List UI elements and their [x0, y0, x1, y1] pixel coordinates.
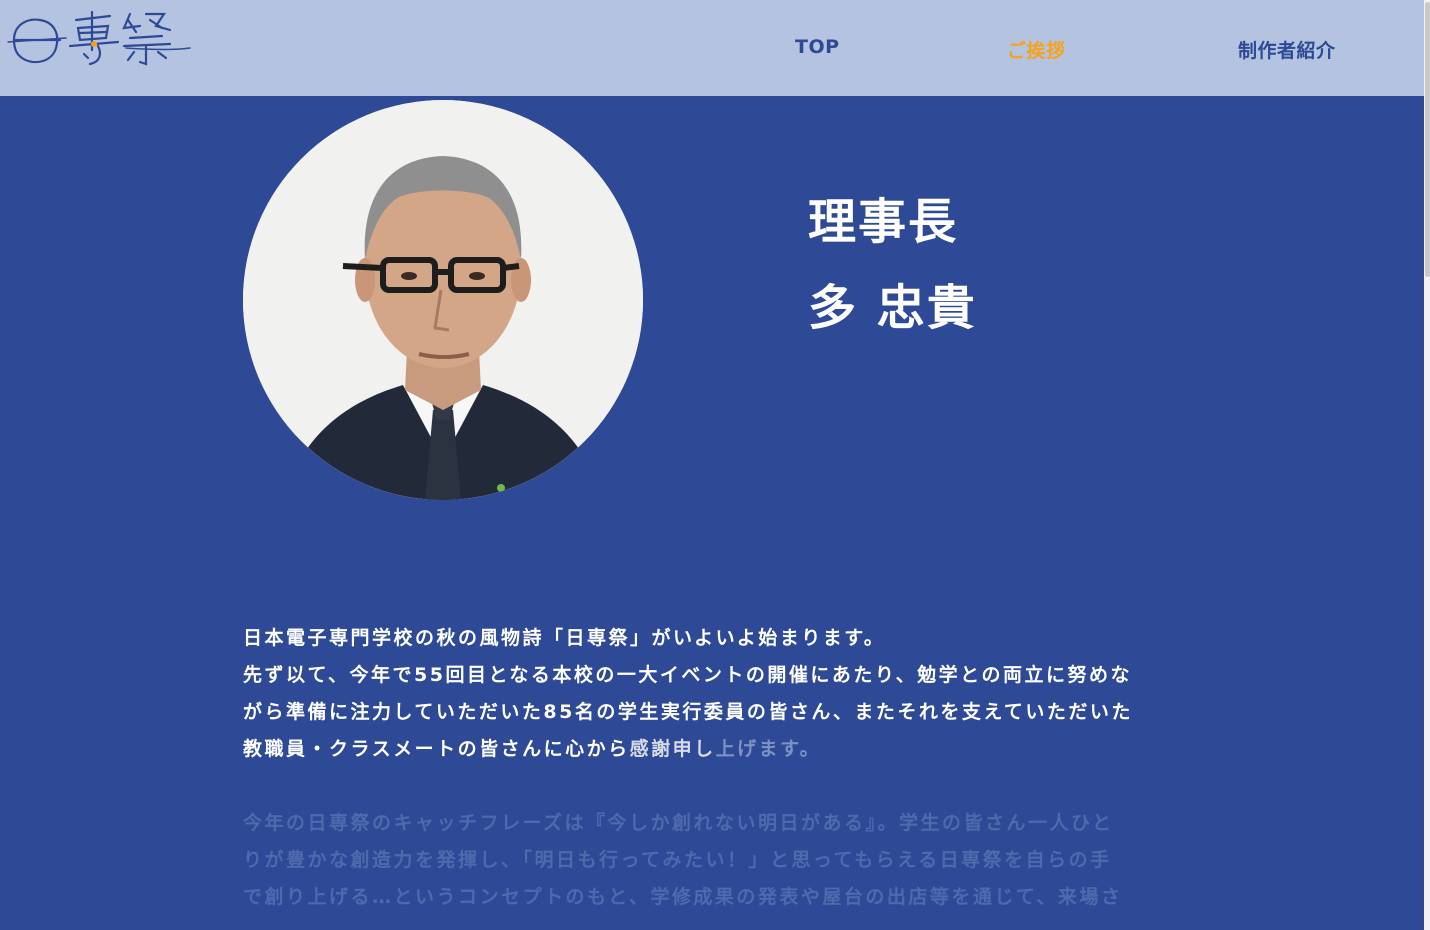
- message-line: がら準備に注力していただいた85名の学生実行委員の皆さん、またそれを支えていただ…: [243, 701, 1133, 723]
- greeting-section: 理事長 多 忠貴 日本電子専門学校の秋の風物詩「日専祭」がいよいよ始まります。 …: [0, 96, 1424, 930]
- scrollbar-thumb[interactable]: [1425, 2, 1430, 277]
- nissensai-logo[interactable]: [6, 6, 192, 72]
- message-line-hidden: 今年の日専祭のキャッチフレーズは『今しか創れない明日がある』。学生の皆さん一人ひ…: [243, 812, 1114, 834]
- profile-name: 多 忠貴: [808, 280, 977, 336]
- profile-role: 理事長: [808, 194, 959, 250]
- message-fading-text: 上げます。: [715, 738, 822, 760]
- nav-top[interactable]: TOP: [795, 36, 840, 58]
- message-line: 日本電子専門学校の秋の風物詩「日専祭」がいよいよ始まります。: [243, 627, 886, 649]
- message-line-hidden: で創り上げる…というコンセプトのもと、学修成果の発表や屋台の出店等を通じて、来場…: [243, 886, 1123, 908]
- nav-creators[interactable]: 制作者紹介: [1238, 36, 1336, 63]
- greeting-message: 日本電子専門学校の秋の風物詩「日専祭」がいよいよ始まります。 先ず以て、今年で5…: [243, 620, 1173, 916]
- message-line: 教職員・クラスメートの皆さんに心から感謝申し上げます。: [243, 731, 1173, 768]
- message-line-hidden: りが豊かな創造力を発揮し、「明日も行ってみたい！」と思ってもらえる日専祭を自らの…: [243, 849, 1112, 871]
- message-text: 教職員・クラスメートの皆さんに心から: [243, 738, 630, 760]
- message-line: 先ず以て、今年で55回目となる本校の一大イベントの開催にあたり、勉学との両立に努…: [243, 664, 1132, 686]
- chairman-portrait: [243, 100, 643, 500]
- chairman-photo-illustration: [243, 100, 643, 500]
- nav-greeting[interactable]: ご挨拶: [1007, 36, 1066, 63]
- site-header: TOP ご挨拶 制作者紹介: [0, 0, 1424, 96]
- message-fading-text: 感謝申し: [629, 738, 716, 760]
